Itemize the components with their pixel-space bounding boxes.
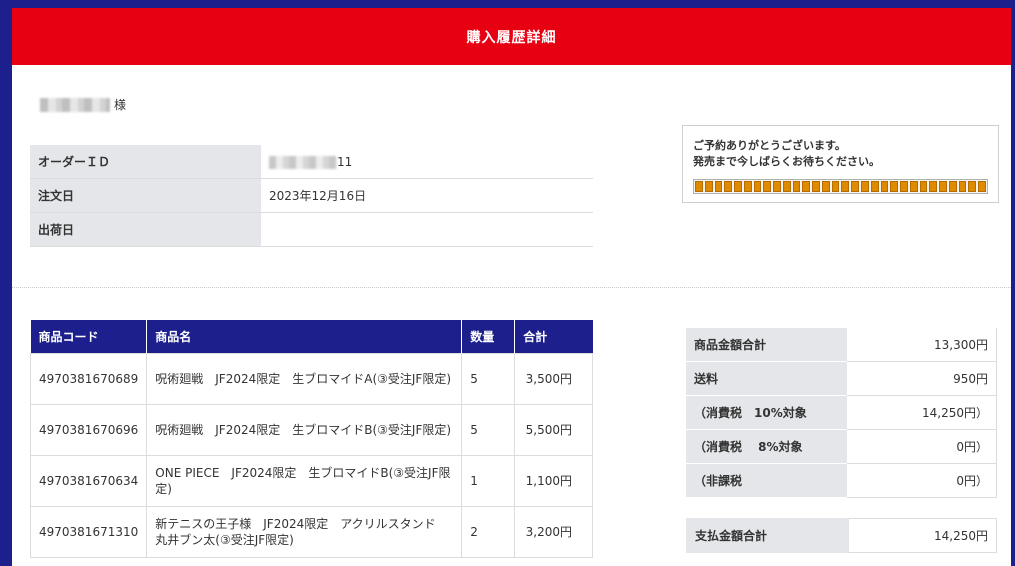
progress-segment [909,181,918,192]
item-total: 3,500円 [514,353,593,405]
subtotal-value: 13,300円 [847,328,997,362]
payment-total-table: 支払金額合計 14,250円 [686,518,997,553]
tax10-label: （消費税 10%対象 [686,395,847,430]
item-name: 呪術廻戦 JF2024限定 生ブロマイドA(③受注JF限定) [146,353,463,405]
shipping-value: 950円 [847,361,997,396]
summary-row-tax10: （消費税 10%対象 14,250円） [686,395,997,430]
progress-segment [929,181,938,192]
progress-segment [870,181,879,192]
table-row: 4970381670696 呪術廻戦 JF2024限定 生ブロマイドB(③受注J… [29,404,593,456]
page-header: 購入履歴詳細 [12,8,1011,65]
header-total: 合計 [514,320,593,354]
payment-total-value: 14,250円 [848,518,997,553]
progress-segment [792,181,801,192]
progress-segment [753,181,762,192]
subtotal-label: 商品金額合計 [686,328,847,362]
customer-suffix: 様 [114,98,127,112]
item-total: 3,200円 [514,506,593,558]
progress-segment [734,181,742,192]
taxfree-label: （非課税 [686,463,847,498]
summary-row-tax8: （消費税 8%対象 0円） [686,429,997,464]
summary-row-subtotal: 商品金額合計 13,300円 [686,328,997,362]
ship-date-label: 出荷日 [30,212,261,247]
item-qty: 1 [461,455,516,507]
progress-segment [958,181,967,192]
table-row: 4970381670689 呪術廻戦 JF2024限定 生ブロマイドA(③受注J… [29,353,593,405]
item-code: 4970381671310 [29,506,148,558]
progress-segment [773,181,781,192]
table-row: 4970381670634 ONE PIECE JF2024限定 生ブロマイドB… [29,455,593,507]
progress-segment [978,181,986,192]
progress-segment [890,181,899,192]
ship-date-row: 出荷日 [30,212,593,247]
page-title: 購入履歴詳細 [466,29,557,46]
status-progress-bar [693,179,988,194]
header-name: 商品名 [146,320,463,354]
order-date-row: 注文日 2023年12月16日 [30,178,593,213]
item-code: 4970381670634 [29,455,148,507]
progress-segment [880,181,889,192]
item-code: 4970381670696 [29,404,148,456]
payment-total-label: 支払金額合計 [686,518,849,553]
section-divider [12,287,1011,288]
ship-date-value [261,212,593,247]
summary-table: 商品金額合計 13,300円 送料 950円 （消費税 10%対象 14,250… [686,328,997,498]
summary-row-taxfree: （非課税 0円） [686,463,997,498]
progress-segment [821,181,830,192]
items-table: 商品コード 商品名 数量 合計 4970381670689 呪術廻戦 JF202… [29,320,593,558]
tax10-value: 14,250円） [847,395,997,430]
notice-line-2: 発売まで今しばらくお待ちください。 [693,155,880,168]
order-id-label: オーダーＩＤ [30,145,261,179]
header-code: 商品コード [30,320,148,354]
order-id-row: オーダーＩＤ 11 [30,145,593,179]
progress-segment [939,181,947,192]
purchase-history-panel: 購入履歴詳細 様 オーダーＩＤ 11 注文日 2023年12月16日 出荷日 ご… [12,8,1011,566]
item-total: 1,100円 [514,455,593,507]
progress-segment [900,181,908,192]
progress-segment [851,181,860,192]
taxfree-value: 0円） [847,463,997,498]
progress-segment [763,181,772,192]
progress-segment [968,181,977,192]
order-id-value: 11 [261,145,593,179]
progress-segment [948,181,957,192]
item-qty: 5 [461,353,516,405]
table-row: 4970381671310 新テニスの王子様 JF2024限定 アクリルスタンド… [29,506,593,558]
order-info-table: オーダーＩＤ 11 注文日 2023年12月16日 出荷日 [30,145,593,247]
customer-name: 様 [40,96,126,113]
progress-segment [831,181,840,192]
header-qty: 数量 [461,320,516,354]
progress-segment [743,181,752,192]
payment-total-row: 支払金額合計 14,250円 [686,518,997,553]
progress-segment [724,181,733,192]
progress-segment [714,181,723,192]
progress-segment [919,181,928,192]
item-name: ONE PIECE JF2024限定 生ブロマイドB(③受注JF限定) [146,455,463,507]
redacted-name [40,97,110,112]
progress-segment [841,181,850,192]
progress-fill [695,181,986,192]
item-qty: 2 [461,506,516,558]
item-name: 呪術廻戦 JF2024限定 生ブロマイドB(③受注JF限定) [146,404,463,456]
progress-segment [802,181,811,192]
item-total: 5,500円 [514,404,593,456]
order-date-value: 2023年12月16日 [261,178,593,213]
item-code: 4970381670689 [29,353,148,405]
progress-segment [782,181,791,192]
tax8-label: （消費税 8%対象 [686,429,847,464]
item-qty: 5 [461,404,516,456]
progress-segment [861,181,869,192]
tax8-value: 0円） [847,429,997,464]
reservation-notice: ご予約ありがとうございます。 発売まで今しばらくお待ちください。 [682,125,999,203]
notice-line-1: ご予約ありがとうございます。 [693,139,846,152]
summary-row-shipping: 送料 950円 [686,361,997,396]
order-date-label: 注文日 [30,178,261,213]
progress-segment [812,181,820,192]
shipping-label: 送料 [686,361,847,396]
item-name: 新テニスの王子様 JF2024限定 アクリルスタンド 丸井ブン太(③受注JF限定… [146,506,463,558]
progress-segment [704,181,713,192]
progress-segment [695,181,703,192]
items-header-row: 商品コード 商品名 数量 合計 [30,320,593,354]
redacted-order-id [269,155,337,169]
